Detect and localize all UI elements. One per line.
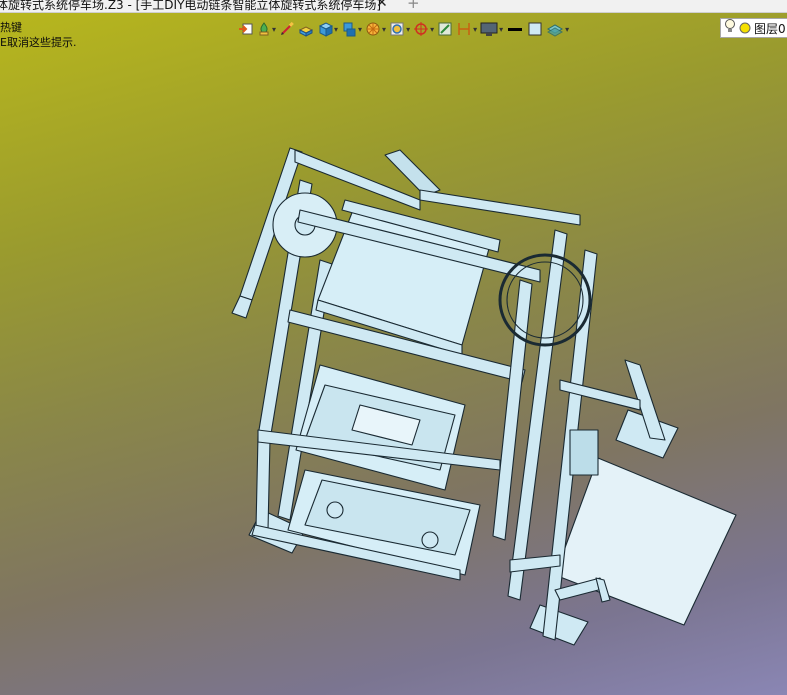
add-tab-icon[interactable]: + — [407, 0, 420, 12]
datum-icon[interactable] — [437, 20, 453, 38]
parking-tower-3d-model[interactable] — [0, 0, 787, 695]
layer-color-icon — [739, 19, 751, 38]
hotkey-hint: 热键 E取消这些提示. — [0, 20, 76, 50]
shape-icon[interactable]: ▾ — [341, 20, 362, 38]
drive-motor — [569, 429, 599, 476]
section-icon[interactable]: ▾ — [365, 20, 386, 38]
frame-column — [231, 295, 253, 319]
sketch-icon[interactable] — [279, 20, 295, 38]
color-swatch-icon[interactable] — [527, 20, 543, 38]
frame-column — [255, 435, 271, 531]
layer-label: 图层0 — [754, 21, 786, 36]
cube-icon[interactable]: ▾ — [317, 20, 338, 38]
hint-line: 热键 — [0, 21, 22, 34]
foot-pad — [529, 604, 589, 646]
layer-stack-icon[interactable]: ▾ — [546, 20, 569, 38]
toolbar: ▾ ▾ ▾ ▾ ▾ ▾ ▾ ▾ ▾ — [238, 18, 569, 40]
measure-icon[interactable]: ▾ — [456, 20, 477, 38]
3d-viewport[interactable]: 体旋转式系统停车场.Z3 - [手工DIY电动链条智能立体旋转式系统停车场] ✕… — [0, 0, 787, 695]
paint-icon[interactable]: ▾ — [257, 20, 276, 38]
analysis-icon[interactable]: ▾ — [389, 20, 410, 38]
layer-selector[interactable]: 图层0 — [720, 18, 787, 38]
extrude-icon[interactable] — [298, 20, 314, 38]
window-title: 体旋转式系统停车场.Z3 - [手工DIY电动链条智能立体旋转式系统停车场] — [0, 0, 382, 12]
hint-line: E取消这些提示. — [0, 36, 77, 49]
title-bar: 体旋转式系统停车场.Z3 - [手工DIY电动链条智能立体旋转式系统停车场] ✕… — [0, 0, 787, 13]
ground-plate — [554, 457, 737, 626]
display-icon[interactable]: ▾ — [480, 20, 503, 38]
close-tab-icon[interactable]: ✕ — [376, 0, 388, 11]
snap-icon[interactable]: ▾ — [413, 20, 434, 38]
line-style-icon[interactable] — [506, 20, 524, 38]
pallet-hanger — [419, 189, 581, 226]
insert-icon[interactable] — [238, 20, 254, 38]
lightbulb-icon[interactable] — [724, 18, 736, 38]
